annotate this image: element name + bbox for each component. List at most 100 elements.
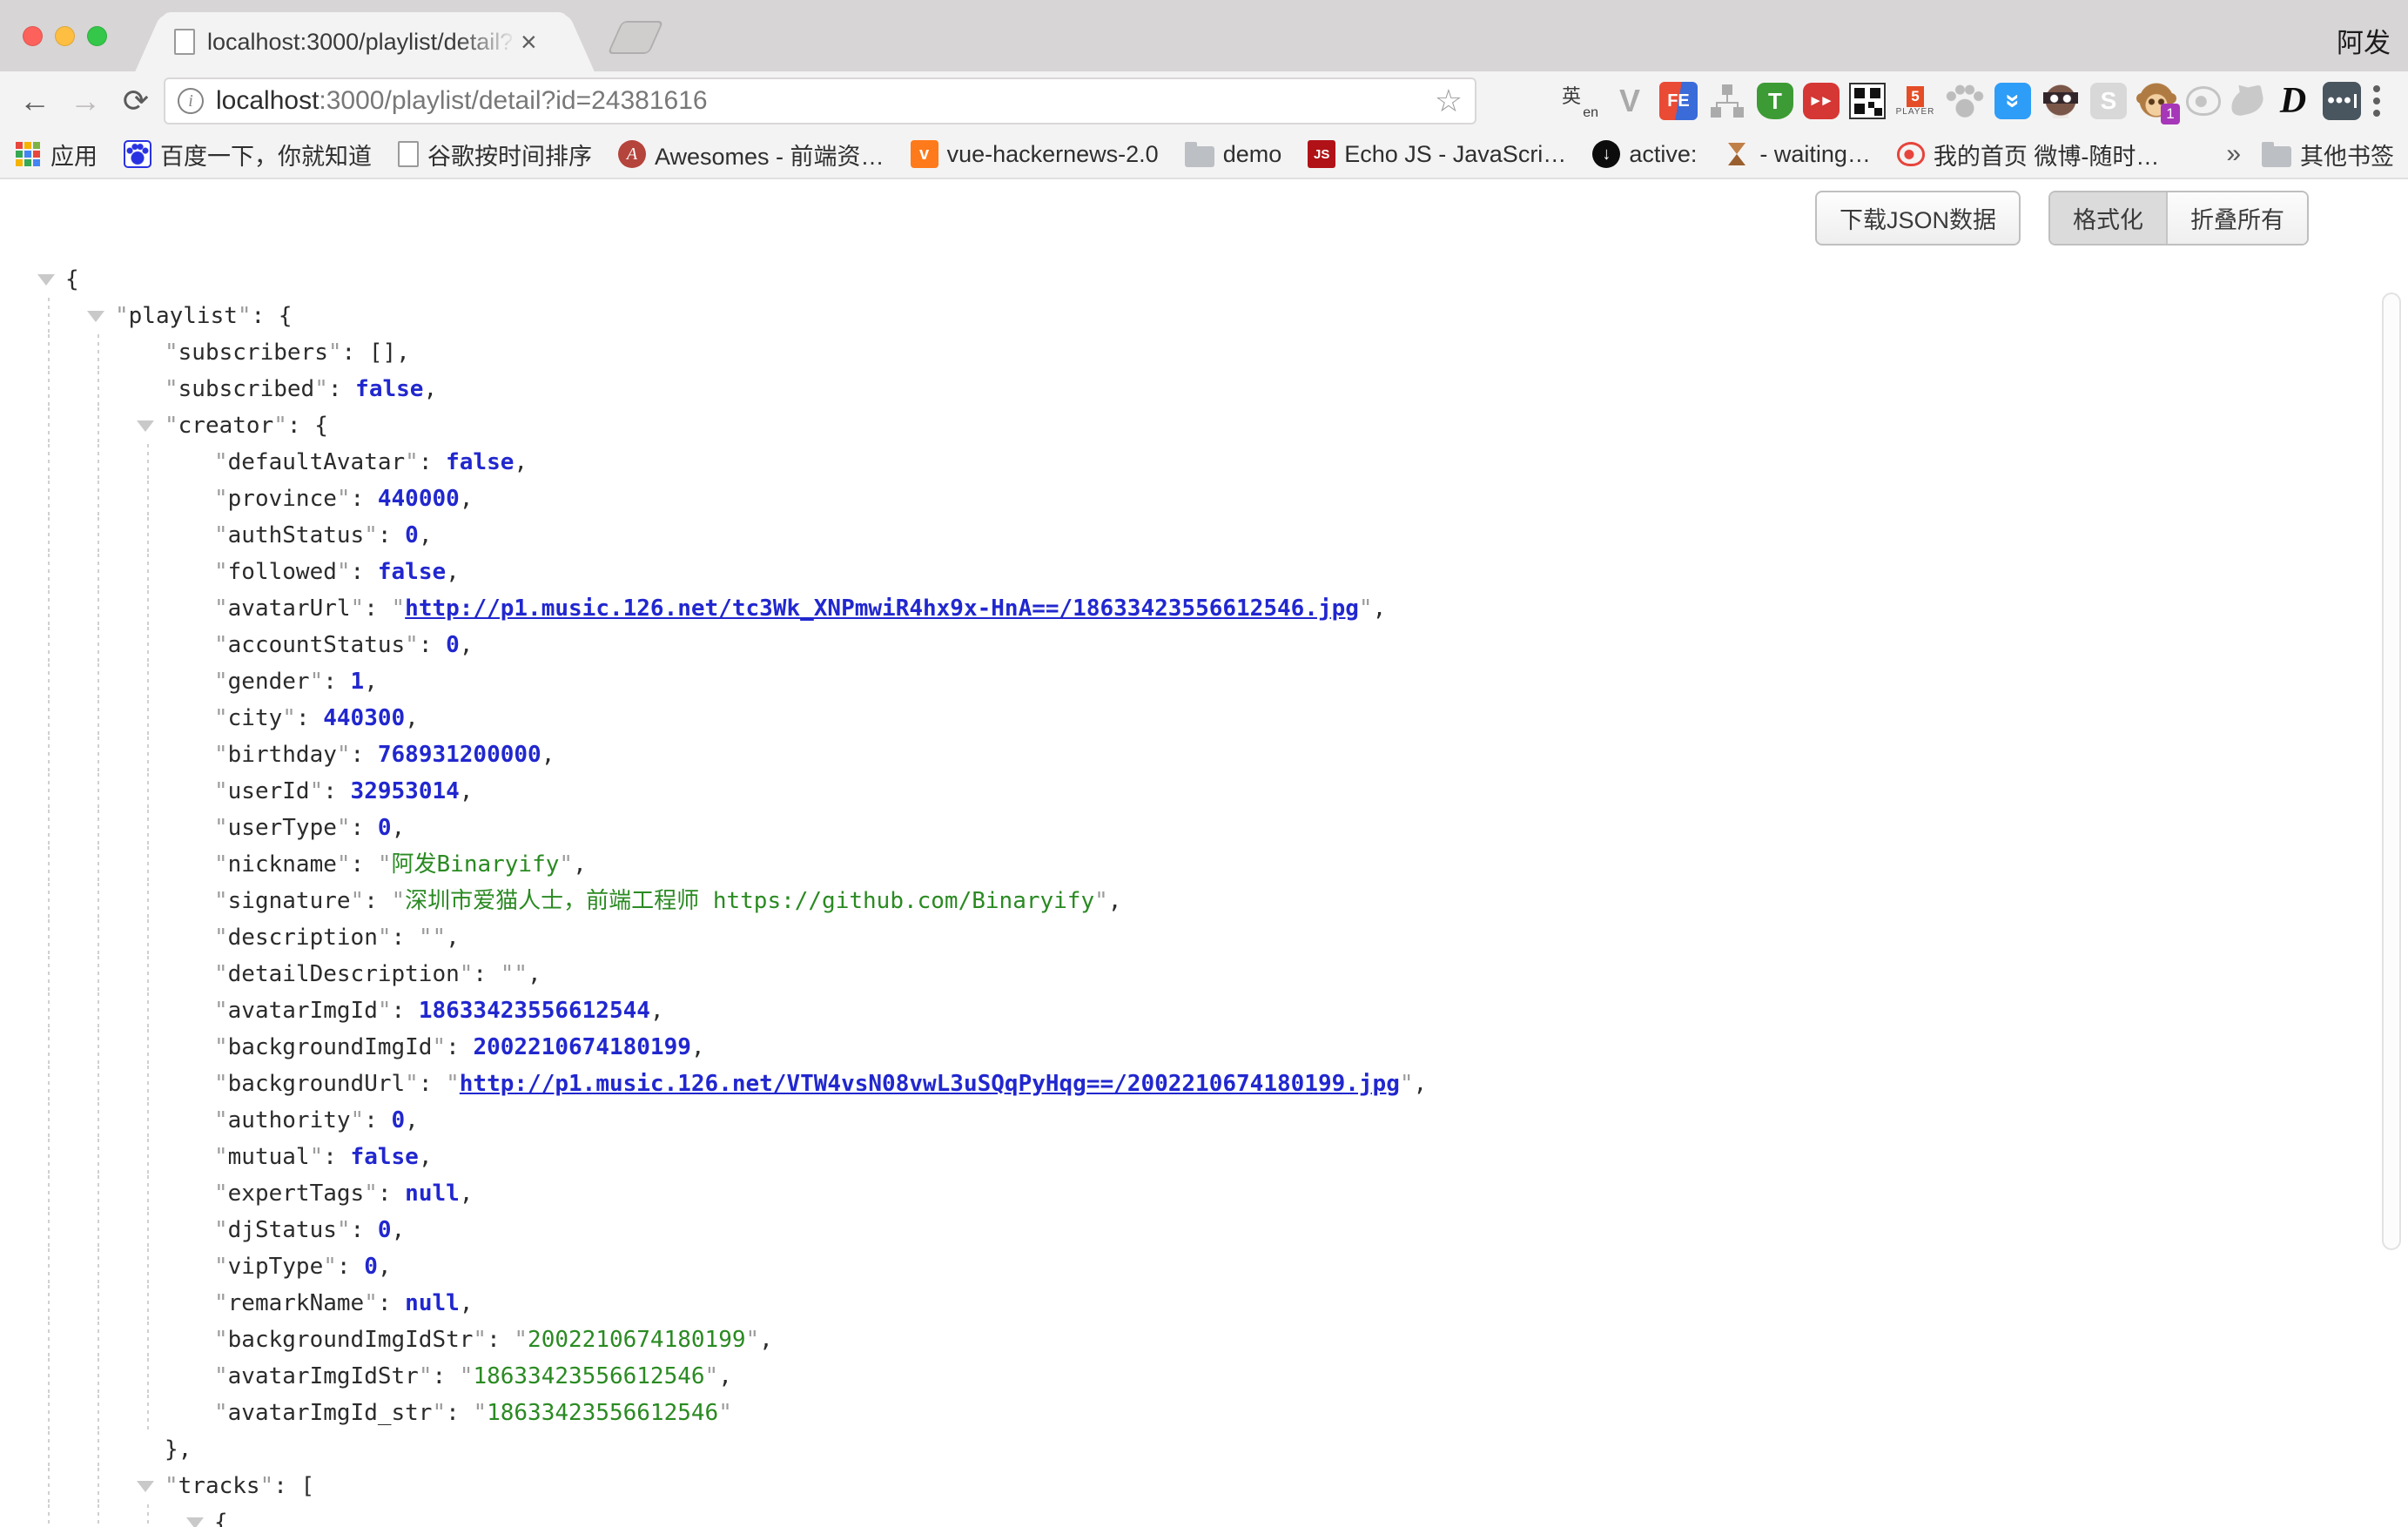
json-token: " (514, 956, 528, 992)
bird-icon[interactable] (2228, 84, 2265, 117)
indent-guide (35, 810, 84, 846)
json-token: " (432, 1395, 446, 1431)
bookmark-item[interactable]: vvue-hackernews-2.0 (911, 140, 1159, 168)
json-value: null (405, 1175, 460, 1212)
json-value: false (378, 554, 446, 590)
json-token: " (214, 517, 228, 554)
collapse-arrow-icon[interactable] (134, 407, 165, 444)
json-row: }, (35, 1431, 2408, 1468)
json-row: "defaultAvatar": false, (35, 444, 2408, 481)
json-token: " (351, 1102, 365, 1139)
bookmark-item[interactable]: 我的首页 微博-随时… (1897, 138, 2160, 172)
json-token: " (559, 846, 573, 883)
indent-guide (35, 883, 84, 919)
bookmark-item[interactable]: 应用 (14, 138, 98, 172)
tampermonkey-icon[interactable]: T (1757, 83, 1793, 119)
json-token: " (364, 517, 378, 554)
back-button[interactable]: ← (12, 78, 57, 124)
collapse-arrow-icon[interactable] (184, 1504, 214, 1527)
d-ext-icon[interactable]: D (2273, 81, 2313, 121)
page-info-icon[interactable]: i (178, 88, 204, 114)
bookmark-item[interactable]: ↓active: (1592, 140, 1697, 168)
json-link[interactable]: http://p1.music.126.net/tc3Wk_XNPmwiR4hx… (405, 590, 1359, 627)
bookmarks-overflow-icon[interactable]: » (2226, 139, 2241, 169)
json-token: " (392, 883, 406, 919)
bookmark-item[interactable]: - waiting… (1723, 140, 1871, 168)
vimium-icon[interactable]: V (1610, 81, 1650, 121)
monkey-icon[interactable]: 1 (2136, 81, 2176, 121)
indent-guide (35, 590, 84, 627)
scrollbar-thumb[interactable] (2382, 293, 2401, 1250)
vue-icon: v (911, 140, 938, 168)
indent-guide (35, 334, 84, 371)
mask-icon[interactable] (2041, 81, 2081, 121)
indent-guide (35, 1468, 84, 1504)
indent-guide (84, 1102, 134, 1139)
other-bookmarks[interactable]: 其他书签 (2262, 138, 2394, 172)
bookmark-item[interactable]: JSEcho JS - JavaScri… (1308, 140, 1566, 168)
password-dots-icon[interactable]: ••• (2323, 82, 2361, 120)
indent-guide (84, 1395, 134, 1431)
reload-button[interactable]: ⟳ (113, 78, 158, 124)
tab-close-icon[interactable]: × (521, 28, 537, 56)
collapse-all-button[interactable]: 折叠所有 (2168, 192, 2307, 244)
json-row: "backgroundImgId": 2002210674180199, (35, 1029, 2408, 1066)
json-token: " (282, 700, 296, 737)
json-key: defaultAvatar (228, 444, 406, 481)
download-json-button[interactable]: 下载JSON数据 (1815, 191, 2021, 246)
json-token: , (364, 663, 378, 700)
json-token: " (214, 444, 228, 481)
json-row: "followed": false, (35, 554, 2408, 590)
close-window-button[interactable] (23, 26, 43, 46)
json-token: " (337, 846, 351, 883)
json-token: " (337, 810, 351, 846)
json-token: " (419, 1358, 433, 1395)
indent-guide (84, 1029, 134, 1066)
json-token: " (501, 956, 515, 992)
weibo-grey-icon[interactable] (2186, 86, 2221, 116)
bookmark-item[interactable]: AAwesomes - 前端资… (618, 138, 885, 172)
translate-icon[interactable]: 英en (1560, 81, 1600, 121)
bookmark-item[interactable]: 百度一下，你就知道 (124, 138, 372, 172)
json-key: tracks (178, 1468, 260, 1504)
json-token: " (214, 481, 228, 517)
collapse-arrow-icon[interactable] (35, 261, 65, 298)
bookmark-item[interactable]: demo (1185, 141, 1282, 168)
qr-code-icon[interactable] (1849, 83, 1886, 119)
json-token: " (328, 334, 342, 371)
html5-player-icon[interactable]: 5PLAYER (1895, 81, 1935, 121)
bookmark-item[interactable]: 谷歌按时间排序 (398, 138, 592, 172)
json-token: , (759, 1322, 773, 1358)
zoom-window-button[interactable] (87, 26, 107, 46)
profile-name[interactable]: 阿发 (2337, 21, 2391, 60)
paw-icon[interactable] (1945, 81, 1985, 121)
json-token: " (214, 1395, 228, 1431)
indent-guide (134, 1504, 184, 1527)
json-token: " (115, 298, 129, 334)
active-tab[interactable]: localhost:3000/playlist/detail? × (162, 12, 568, 71)
downloader-icon[interactable]: » (1994, 83, 2031, 119)
format-button[interactable]: 格式化 (2050, 192, 2168, 244)
url-text[interactable]: localhost:3000/playlist/detail?id=243816… (216, 86, 1426, 116)
collapse-arrow-icon[interactable] (84, 298, 115, 334)
minimize-window-button[interactable] (55, 26, 75, 46)
json-link[interactable]: http://p1.music.126.net/VTW4vsN08vwL3uSQ… (460, 1066, 1400, 1102)
json-token: , (460, 1175, 474, 1212)
bookmark-star-icon[interactable]: ☆ (1435, 83, 1463, 119)
video-speed-icon[interactable]: ►► (1803, 83, 1840, 119)
chrome-menu-icon[interactable] (2373, 98, 2380, 104)
collapse-arrow-icon[interactable] (134, 1468, 165, 1504)
new-tab-button[interactable] (608, 21, 664, 54)
bookmark-label: 百度一下，你就知道 (160, 138, 372, 172)
s-ext-icon[interactable]: S (2090, 83, 2127, 119)
indent-guide (134, 1395, 184, 1431)
indent-guide (35, 1066, 84, 1102)
indent-guide (84, 627, 134, 663)
indent-guide (84, 554, 134, 590)
bookmarks-bar: 应用 百度一下，你就知道谷歌按时间排序 AAwesomes - 前端资… vvue-h… (0, 131, 2408, 179)
arrow-spacer (184, 737, 214, 773)
fe-icon[interactable]: FE (1659, 82, 1698, 120)
sitemap-icon[interactable] (1707, 81, 1747, 121)
json-token: , (392, 810, 406, 846)
url-bar[interactable]: i localhost:3000/playlist/detail?id=2438… (164, 77, 1476, 124)
